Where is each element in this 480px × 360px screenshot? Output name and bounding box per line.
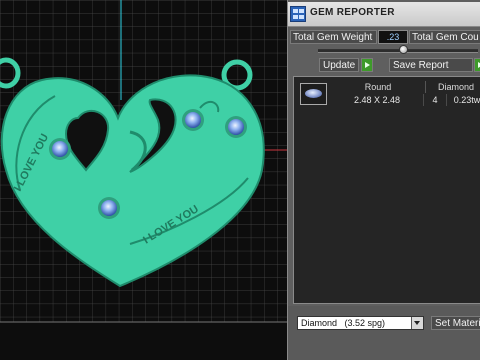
save-report-go-icon[interactable]: [474, 58, 480, 72]
gem-reporter-icon: [290, 6, 306, 22]
total-gem-weight-value: .23: [378, 30, 408, 44]
panel-title: GEM REPORTER: [310, 7, 395, 18]
slider-knob[interactable]: [399, 45, 408, 54]
gem-weight-cell[interactable]: 0.23tw: [447, 94, 480, 106]
viewport-canvas[interactable]: I LOVE YOU I LOVE YOU: [0, 0, 287, 360]
gem-reporter-panel: GEM REPORTER Total Gem Weight .23 Total …: [287, 0, 480, 360]
set-material-button[interactable]: Set Materi: [431, 316, 480, 330]
material-bar: Diamond (3.52 spg) Set Materi: [288, 306, 480, 360]
column-header-round[interactable]: Round: [331, 81, 426, 93]
chevron-down-icon[interactable]: [411, 317, 423, 329]
material-select[interactable]: Diamond (3.52 spg): [297, 316, 424, 330]
3d-viewport[interactable]: I LOVE YOU I LOVE YOU: [0, 0, 287, 360]
total-gem-count-label: Total Gem Cou: [409, 30, 480, 44]
gem-stone[interactable]: [185, 112, 201, 128]
gem-list[interactable]: Round Diamond 2.48 X 2.48 4 0.23tw: [293, 76, 480, 304]
gem-stone[interactable]: [52, 141, 68, 157]
save-report-button[interactable]: Save Report: [389, 58, 473, 72]
gem-stone[interactable]: [101, 200, 117, 216]
total-gem-weight-label: Total Gem Weight: [290, 30, 377, 44]
gem-size-cell[interactable]: 2.48 X 2.48: [331, 94, 424, 106]
column-header-diamond[interactable]: Diamond: [426, 81, 480, 93]
material-select-value: Diamond (3.52 spg): [301, 318, 386, 328]
gem-thumbnail-icon[interactable]: [300, 83, 327, 105]
update-go-icon[interactable]: [361, 58, 373, 72]
slider-track[interactable]: [318, 49, 478, 53]
gem-count-cell[interactable]: 4: [424, 94, 447, 106]
panel-titlebar[interactable]: GEM REPORTER: [288, 2, 480, 27]
gem-stone[interactable]: [228, 119, 244, 135]
update-button[interactable]: Update: [319, 58, 359, 72]
